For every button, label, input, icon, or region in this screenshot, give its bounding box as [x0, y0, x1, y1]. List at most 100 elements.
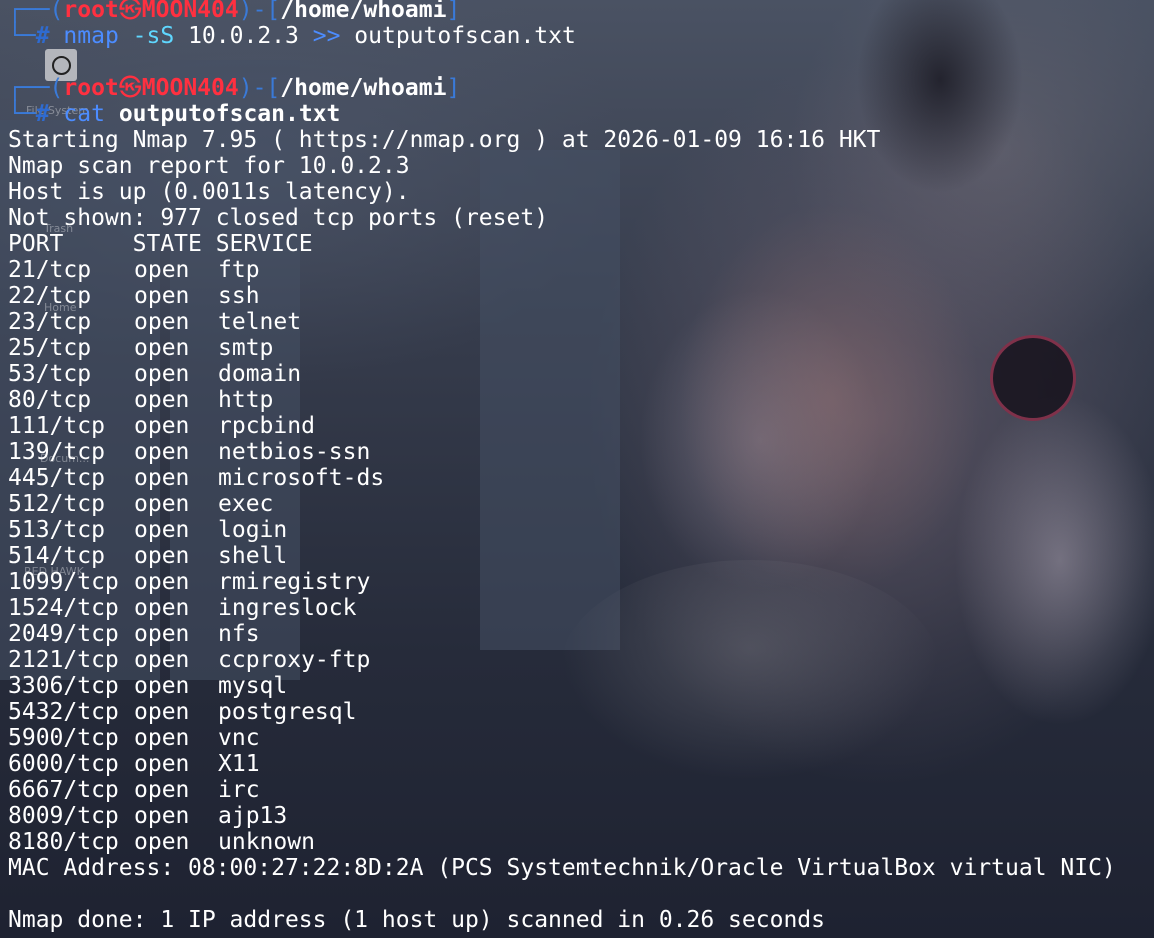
port-cell: 8180/tcp [8, 829, 119, 855]
port-cell: 1524/tcp [8, 595, 119, 621]
state-cell: open [134, 309, 190, 335]
service-cell: unknown [218, 829, 315, 855]
service-cell: ingreslock [218, 595, 357, 621]
port-cell: 5432/tcp [8, 699, 119, 725]
service-cell: login [218, 517, 288, 543]
table-row: 80/tcp open http [8, 387, 273, 413]
table-row: 111/tcp open rpcbind [8, 413, 315, 439]
table-row: 513/tcp open login [8, 517, 287, 543]
port-cell: 25/tcp [8, 335, 92, 361]
port-cell: 111/tcp [8, 413, 105, 439]
state-cell: open [134, 517, 190, 543]
port-cell: 80/tcp [8, 387, 92, 413]
table-row: 139/tcp open netbios-ssn [8, 439, 370, 465]
state-cell: open [134, 673, 190, 699]
state-cell: open [134, 751, 190, 777]
state-cell: open [134, 491, 190, 517]
nmap-done-line: Nmap done: 1 IP address (1 host up) scan… [8, 907, 825, 933]
service-cell: smtp [218, 335, 274, 361]
table-row: 512/tcp open exec [8, 491, 273, 517]
state-cell: open [134, 283, 190, 309]
port-cell: 512/tcp [8, 491, 105, 517]
table-row: 8009/tcp open ajp13 [8, 803, 287, 829]
port-cell: 23/tcp [8, 309, 92, 335]
table-row: 1099/tcp open rmiregistry [8, 569, 370, 595]
port-cell: 2049/tcp [8, 621, 119, 647]
port-cell: 513/tcp [8, 517, 105, 543]
output-line: Starting Nmap 7.95 ( https://nmap.org ) … [8, 127, 881, 153]
command-line: └─# cat outputofscan.txt [8, 101, 341, 127]
service-cell: vnc [218, 725, 260, 751]
port-cell: 5900/tcp [8, 725, 119, 751]
service-cell: rpcbind [218, 413, 315, 439]
table-row: 21/tcp open ftp [8, 257, 260, 283]
state-cell: open [134, 413, 190, 439]
state-cell: open [134, 647, 190, 673]
service-cell: ccproxy-ftp [218, 647, 371, 673]
terminal-window[interactable]: ┌──(root㉿MOON404)-[/home/whoami] └─# nma… [0, 0, 1154, 938]
state-cell: open [134, 257, 190, 283]
table-row: 8180/tcp open unknown [8, 829, 315, 855]
service-cell: microsoft-ds [218, 465, 385, 491]
state-cell: open [134, 699, 190, 725]
state-cell: open [134, 387, 190, 413]
table-row: 25/tcp open smtp [8, 335, 273, 361]
state-cell: open [134, 777, 190, 803]
port-cell: 8009/tcp [8, 803, 119, 829]
output-line: Host is up (0.0011s latency). [8, 179, 410, 205]
output-line: Nmap scan report for 10.0.2.3 [8, 153, 410, 179]
table-row: 3306/tcp open mysql [8, 673, 287, 699]
command-line: └─# nmap -sS 10.0.2.3 >> outputofscan.tx… [8, 23, 576, 49]
table-row: 6667/tcp open irc [8, 777, 260, 803]
port-cell: 6667/tcp [8, 777, 119, 803]
state-cell: open [134, 621, 190, 647]
state-cell: open [134, 335, 190, 361]
port-cell: 1099/tcp [8, 569, 119, 595]
state-cell: open [134, 829, 190, 855]
table-row: 445/tcp open microsoft-ds [8, 465, 384, 491]
service-cell: ftp [218, 257, 260, 283]
service-cell: ssh [218, 283, 260, 309]
table-row: 2049/tcp open nfs [8, 621, 260, 647]
state-cell: open [134, 803, 190, 829]
port-cell: 21/tcp [8, 257, 92, 283]
table-row: 514/tcp open shell [8, 543, 287, 569]
service-cell: domain [218, 361, 302, 387]
state-cell: open [134, 595, 190, 621]
port-cell: 445/tcp [8, 465, 105, 491]
service-cell: http [218, 387, 274, 413]
port-table-header: PORT STATE SERVICE [8, 231, 313, 257]
table-row: 53/tcp open domain [8, 361, 301, 387]
port-cell: 53/tcp [8, 361, 92, 387]
table-row: 22/tcp open ssh [8, 283, 260, 309]
state-cell: open [134, 465, 190, 491]
port-cell: 22/tcp [8, 283, 92, 309]
service-cell: shell [218, 543, 288, 569]
table-row: 5432/tcp open postgresql [8, 699, 356, 725]
service-cell: telnet [218, 309, 302, 335]
service-cell: rmiregistry [218, 569, 371, 595]
port-cell: 3306/tcp [8, 673, 119, 699]
service-cell: ajp13 [218, 803, 288, 829]
service-cell: nfs [218, 621, 260, 647]
table-row: 23/tcp open telnet [8, 309, 301, 335]
service-cell: X11 [218, 751, 260, 777]
port-cell: 514/tcp [8, 543, 105, 569]
service-cell: postgresql [218, 699, 357, 725]
table-row: 6000/tcp open X11 [8, 751, 260, 777]
state-cell: open [134, 569, 190, 595]
state-cell: open [134, 725, 190, 751]
table-row: 2121/tcp open ccproxy-ftp [8, 647, 370, 673]
table-row: 5900/tcp open vnc [8, 725, 260, 751]
mac-address-line: MAC Address: 08:00:27:22:8D:2A (PCS Syst… [8, 855, 1116, 881]
service-cell: exec [218, 491, 274, 517]
port-cell: 6000/tcp [8, 751, 119, 777]
state-cell: open [134, 439, 190, 465]
service-cell: netbios-ssn [218, 439, 371, 465]
table-row: 1524/tcp open ingreslock [8, 595, 356, 621]
state-cell: open [134, 361, 190, 387]
port-cell: 139/tcp [8, 439, 105, 465]
state-cell: open [134, 543, 190, 569]
service-cell: irc [218, 777, 260, 803]
prompt-header: ┌──(root㉿MOON404)-[/home/whoami] [8, 0, 461, 23]
